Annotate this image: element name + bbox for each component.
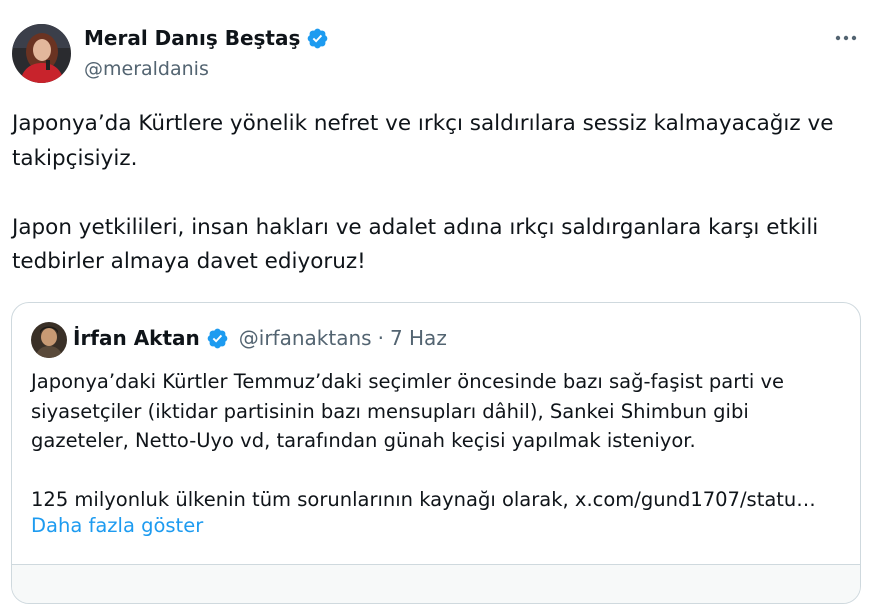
quoted-media-area[interactable] (12, 565, 860, 603)
author-avatar[interactable] (12, 24, 71, 83)
post-paragraph: Japonya’da Kürtlere yönelik nefret ve ır… (12, 111, 834, 171)
post-paragraph: Japon yetkilileri, insan hakları ve adal… (12, 214, 819, 275)
more-options-button[interactable] (830, 24, 862, 48)
quoted-header: İrfan Aktan @irfanaktans · 7 Haz (73, 326, 447, 350)
quoted-author-avatar[interactable] (31, 322, 67, 358)
quoted-post-text: Japonya’daki Kürtler Temmuz’daki seçimle… (31, 367, 846, 515)
show-more-link[interactable]: Daha fazla göster (31, 514, 203, 537)
verified-badge-icon (206, 327, 229, 350)
post-text: Japonya’da Kürtlere yönelik nefret ve ır… (12, 107, 862, 280)
author-handle[interactable]: @meraldanis (84, 58, 209, 80)
quoted-paragraph: Japonya’daki Kürtler Temmuz’daki seçimle… (31, 370, 785, 452)
quoted-author-name[interactable]: İrfan Aktan (73, 326, 200, 350)
quoted-post-date[interactable]: 7 Haz (390, 326, 447, 350)
quoted-author-handle[interactable]: @irfanaktans (239, 326, 372, 350)
more-horizontal-icon (834, 27, 858, 46)
author-name[interactable]: Meral Danış Beştaş (84, 26, 300, 50)
separator-dot: · (377, 326, 384, 350)
author-name-row[interactable]: Meral Danış Beştaş (84, 26, 329, 50)
quoted-paragraph: 125 milyonluk ülkenin tüm sorunlarının k… (31, 488, 816, 511)
verified-badge-icon (306, 27, 329, 50)
quoted-post-card[interactable]: İrfan Aktan @irfanaktans · 7 Haz Japonya… (11, 302, 861, 604)
